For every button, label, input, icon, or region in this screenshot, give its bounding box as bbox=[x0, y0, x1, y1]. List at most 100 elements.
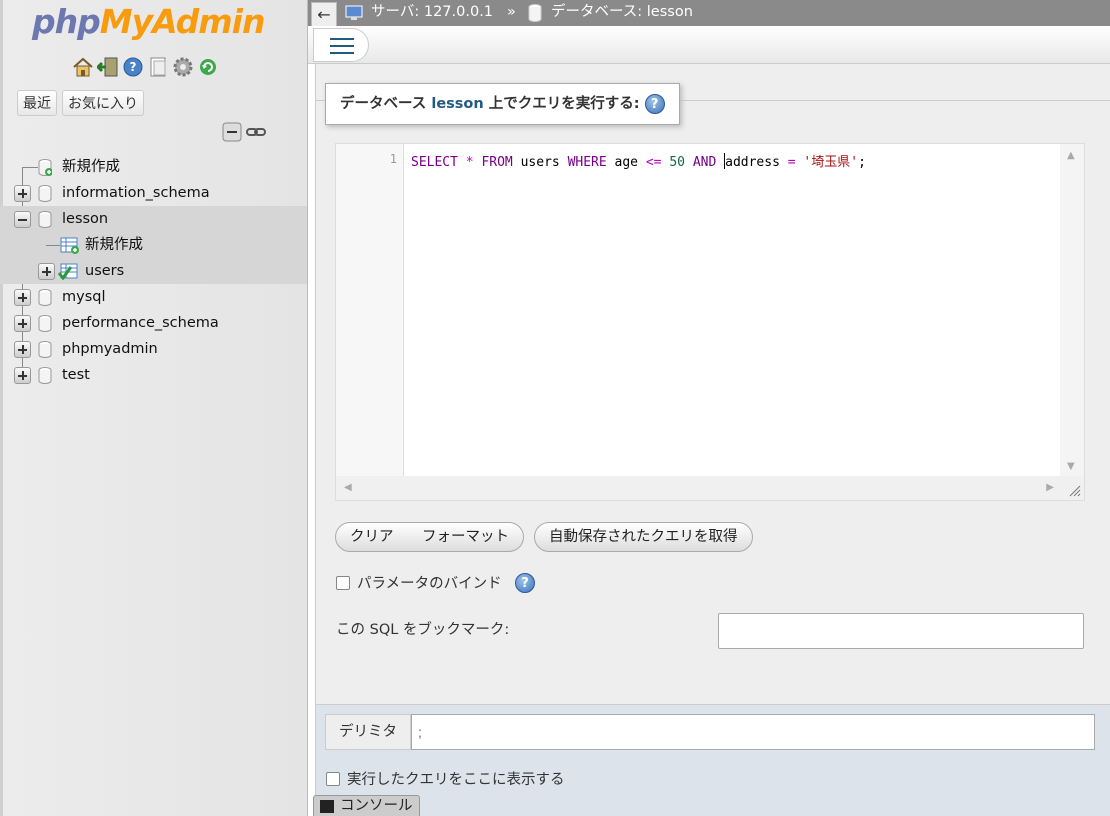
help-icon[interactable]: ? bbox=[122, 56, 144, 78]
sql-editor[interactable]: 1 SELECT * FROM users WHERE age <= 50 AN… bbox=[335, 143, 1085, 501]
console-tab[interactable]: コンソール bbox=[313, 795, 420, 816]
database-icon bbox=[38, 185, 52, 202]
tree-item-new[interactable]: 新規作成 bbox=[0, 154, 307, 180]
get-autosaved-query-button[interactable]: 自動保存されたクエリを取得 bbox=[534, 522, 753, 552]
bind-parameters-checkbox[interactable] bbox=[336, 576, 350, 590]
tree-item-label: information_schema bbox=[62, 185, 210, 201]
help-icon[interactable]: ? bbox=[644, 94, 665, 114]
scroll-left-icon[interactable]: ◀ bbox=[344, 482, 352, 493]
sql-operator: = bbox=[787, 155, 796, 170]
link-icon[interactable] bbox=[246, 122, 266, 142]
horizontal-scrollbar[interactable]: ◀ ▶ bbox=[336, 476, 1062, 500]
settings-icon[interactable] bbox=[172, 56, 194, 78]
database-icon bbox=[528, 4, 542, 22]
scroll-up-icon[interactable]: ▲ bbox=[1067, 150, 1075, 161]
breadcrumb-database[interactable]: データベース: lesson bbox=[551, 0, 693, 24]
breadcrumb-server[interactable]: サーバ: 127.0.0.1 bbox=[371, 0, 493, 24]
sql-query-panel: データベース lesson 上でクエリを実行する: ? 1 SELECT * F… bbox=[315, 64, 1110, 816]
scroll-right-icon[interactable]: ▶ bbox=[1046, 482, 1054, 493]
sql-keyword: FROM bbox=[481, 155, 513, 170]
show-query-label: 実行したクエリをここに表示する bbox=[347, 772, 565, 788]
phpmyadmin-logo[interactable]: phpMyAdmin bbox=[32, 2, 265, 41]
navigation-toolbar: ? bbox=[72, 56, 219, 78]
tree-item-users[interactable]: users bbox=[0, 258, 307, 284]
docs-icon[interactable] bbox=[147, 56, 169, 78]
tree-item-new-table[interactable]: 新規作成 bbox=[0, 232, 307, 258]
tree-item-information-schema[interactable]: information_schema bbox=[0, 180, 307, 206]
tree-item-label: test bbox=[62, 367, 90, 383]
collapse-icon[interactable] bbox=[14, 211, 31, 228]
reload-icon[interactable] bbox=[197, 56, 219, 78]
recent-tab[interactable]: 最近 bbox=[17, 90, 57, 116]
tree-controls bbox=[222, 122, 266, 142]
expand-icon[interactable] bbox=[38, 263, 55, 280]
back-button[interactable]: ← bbox=[311, 2, 337, 28]
clear-button[interactable]: クリア bbox=[335, 522, 409, 552]
legend-prefix: データベース bbox=[340, 96, 427, 112]
tree-item-phpmyadmin[interactable]: phpmyadmin bbox=[0, 336, 307, 362]
sql-token: ; bbox=[858, 155, 866, 170]
expand-icon[interactable] bbox=[14, 341, 31, 358]
svg-text:?: ? bbox=[130, 60, 137, 74]
tree-item-label: lesson bbox=[62, 211, 109, 227]
menu-button[interactable] bbox=[313, 28, 369, 62]
bookmark-label: この SQL をブックマーク: bbox=[336, 622, 510, 638]
main-panel: ← サーバ: 127.0.0.1 » データベース: lesson データベース… bbox=[308, 0, 1110, 816]
hamburger-line bbox=[330, 52, 354, 54]
collapse-icon[interactable] bbox=[222, 122, 242, 142]
show-query-checkbox[interactable] bbox=[326, 772, 340, 786]
tree-item-mysql[interactable]: mysql bbox=[0, 284, 307, 310]
expand-icon[interactable] bbox=[14, 185, 31, 202]
expand-icon[interactable] bbox=[14, 367, 31, 384]
options-panel: デリミタ 実行したクエリをここに表示する bbox=[316, 704, 1110, 816]
delimiter-label: デリミタ bbox=[325, 714, 411, 750]
home-icon[interactable] bbox=[72, 56, 94, 78]
delimiter-input[interactable] bbox=[411, 714, 1095, 750]
tree-line bbox=[46, 245, 60, 246]
database-icon bbox=[38, 159, 52, 176]
sql-token: address bbox=[725, 155, 780, 170]
database-icon bbox=[38, 211, 52, 228]
expand-icon[interactable] bbox=[14, 315, 31, 332]
database-icon bbox=[38, 341, 52, 358]
tree-item-label: mysql bbox=[62, 289, 106, 305]
scroll-down-icon[interactable]: ▼ bbox=[1067, 461, 1075, 472]
table-icon bbox=[58, 263, 78, 280]
sql-token: users bbox=[520, 155, 560, 170]
format-button[interactable]: フォーマット bbox=[408, 522, 524, 552]
expand-icon[interactable] bbox=[14, 289, 31, 306]
sql-number: 50 bbox=[669, 155, 685, 170]
tree-item-label: 新規作成 bbox=[85, 237, 143, 253]
help-icon[interactable]: ? bbox=[515, 573, 535, 593]
tree-item-label: phpmyadmin bbox=[62, 341, 158, 357]
tree-item-lesson[interactable]: lesson bbox=[0, 206, 307, 232]
tree-item-performance-schema[interactable]: performance_schema bbox=[0, 310, 307, 336]
breadcrumb-separator: » bbox=[507, 4, 516, 20]
console-label: コンソール bbox=[340, 798, 413, 814]
sql-token: age bbox=[614, 155, 639, 170]
sql-string: '埼玉県' bbox=[803, 155, 859, 170]
tree-item-test[interactable]: test bbox=[0, 362, 307, 388]
resize-handle-icon[interactable] bbox=[1060, 476, 1084, 500]
bookmark-input[interactable] bbox=[718, 613, 1084, 649]
tree-item-label: 新規作成 bbox=[62, 159, 120, 175]
favorites-tab[interactable]: お気に入り bbox=[62, 90, 144, 116]
logo-admin: Admin bbox=[152, 2, 265, 41]
database-tree: 新規作成 information_schema lesson 新規作成 user… bbox=[0, 154, 307, 388]
database-icon bbox=[38, 289, 52, 306]
hamburger-line bbox=[330, 38, 354, 40]
exit-icon[interactable] bbox=[95, 56, 119, 78]
vertical-scrollbar[interactable]: ▲ ▼ bbox=[1060, 144, 1084, 478]
sql-code[interactable]: SELECT * FROM users WHERE age <= 50 AND … bbox=[411, 151, 866, 170]
console-icon bbox=[320, 800, 334, 813]
bind-parameters-label: パラメータのバインド bbox=[357, 576, 502, 592]
left-edge bbox=[0, 0, 3, 816]
table-icon bbox=[60, 237, 79, 254]
